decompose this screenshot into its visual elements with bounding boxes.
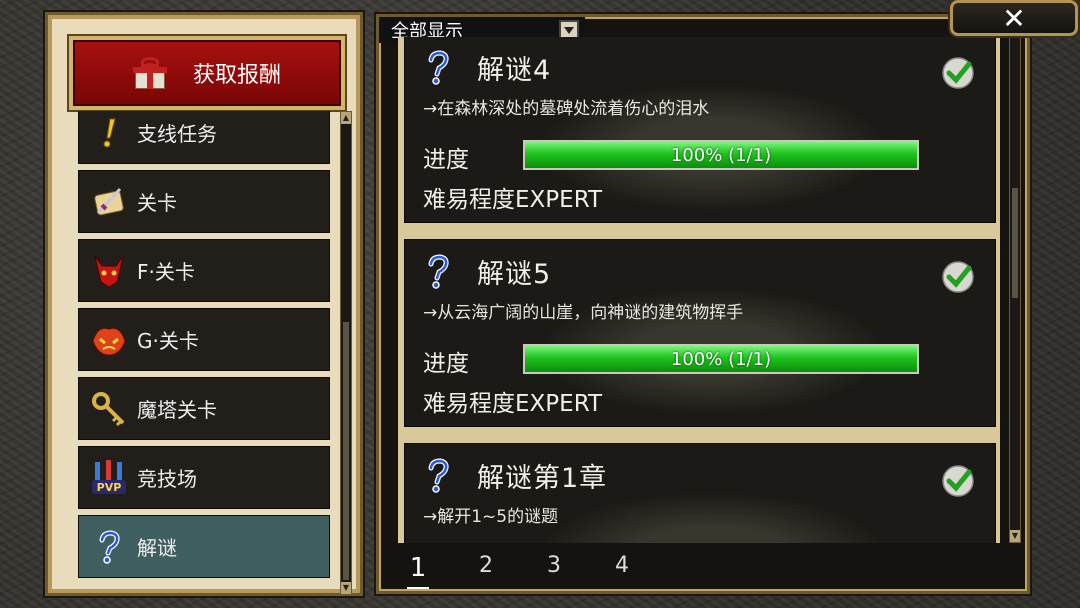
menu-item-label: F·关卡	[137, 260, 195, 284]
quest-screen: 获取报酬 支线任务 关卡 F·关卡 G·关卡 魔塔关卡 PVP 竞技场 解谜 ▲…	[0, 0, 1080, 608]
menu-item-label: 竞技场	[137, 467, 197, 491]
scrollbar-thumb[interactable]	[1012, 188, 1018, 298]
quest-card[interactable]: 解谜4 →在森林深处的墓碑处流着伤心的泪水 进度 100% (1/1) 难易程度…	[404, 37, 996, 223]
difficulty-label: 难易程度EXPERT	[423, 187, 603, 213]
quest-detail-panel: 全部显示 解谜4 →在森林深处的墓碑处流着伤心的泪水 进度 100% (1/1)	[376, 14, 1030, 594]
question-icon	[425, 458, 451, 494]
menu-item-label: 魔塔关卡	[137, 398, 217, 422]
quest-list: 解谜4 →在森林深处的墓碑处流着伤心的泪水 进度 100% (1/1) 难易程度…	[398, 37, 1000, 543]
scroll-up-arrow-icon[interactable]: ▲	[341, 112, 351, 124]
scrollbar-thumb[interactable]	[343, 322, 349, 580]
progress-bar: 100% (1/1)	[523, 140, 919, 170]
svg-text:PVP: PVP	[97, 481, 122, 494]
question-icon	[425, 50, 451, 86]
red-demon-icon	[89, 251, 129, 291]
close-button[interactable]: ✕	[950, 0, 1078, 36]
progress-text: 100% (1/1)	[670, 348, 772, 370]
scroll-sword-icon	[89, 182, 129, 222]
checkmark-icon	[941, 260, 975, 294]
question-icon	[89, 527, 129, 567]
quest-title: 解谜第1章	[477, 463, 608, 494]
pvp-icon: PVP	[89, 458, 129, 498]
menu-item-tower-stages[interactable]: 魔塔关卡	[78, 377, 330, 440]
scroll-down-arrow-icon[interactable]: ▼	[1010, 530, 1020, 542]
quest-card[interactable]: 解谜第1章 →解开1~5的谜题	[404, 443, 996, 543]
page-2[interactable]: 2	[475, 553, 497, 589]
gift-icon	[132, 57, 167, 89]
exclamation-icon	[89, 113, 129, 153]
quest-card[interactable]: 解谜5 →从云海广阔的山崖，向神谜的建筑物挥手 进度 100% (1/1) 难易…	[404, 239, 996, 427]
progress-label: 进度	[423, 147, 469, 173]
menu-item-arena[interactable]: PVP 竞技场	[78, 446, 330, 509]
menu-item-label: 关卡	[137, 191, 177, 215]
quest-title: 解谜5	[477, 259, 552, 290]
progress-bar: 100% (1/1)	[523, 344, 919, 374]
scroll-down-arrow-icon[interactable]: ▼	[341, 582, 351, 594]
menu-item-puzzles[interactable]: 解谜	[78, 515, 330, 578]
menu-item-g-stages[interactable]: G·关卡	[78, 308, 330, 371]
quest-description: →解开1~5的谜题	[423, 507, 559, 527]
progress-text: 100% (1/1)	[670, 144, 772, 166]
menu-item-side-quests[interactable]: 支线任务	[78, 111, 330, 164]
difficulty-label: 难易程度EXPERT	[423, 391, 603, 417]
get-reward-button[interactable]: 获取报酬	[67, 34, 347, 112]
quest-title: 解谜4	[477, 55, 552, 86]
category-panel: 获取报酬 支线任务 关卡 F·关卡 G·关卡 魔塔关卡 PVP 竞技场 解谜 ▲…	[45, 12, 363, 596]
pagination: 1 2 3 4	[407, 553, 633, 589]
question-icon	[425, 254, 451, 290]
menu-item-stages[interactable]: 关卡	[78, 170, 330, 233]
category-scrollbar[interactable]: ▲ ▼	[340, 111, 352, 595]
menu-item-label: 支线任务	[137, 122, 217, 146]
progress-label: 进度	[423, 351, 469, 377]
menu-item-f-stages[interactable]: F·关卡	[78, 239, 330, 302]
close-icon: ✕	[1002, 1, 1026, 35]
get-reward-label: 获取报酬	[192, 63, 281, 88]
quest-description: →从云海广阔的山崖，向神谜的建筑物挥手	[423, 303, 744, 323]
category-list: 支线任务 关卡 F·关卡 G·关卡 魔塔关卡 PVP 竞技场 解谜	[78, 111, 340, 591]
checkmark-icon	[941, 464, 975, 498]
checkmark-icon	[941, 56, 975, 90]
fire-demon-icon	[89, 320, 129, 360]
page-3[interactable]: 3	[543, 553, 565, 589]
key-icon	[89, 389, 129, 429]
menu-item-label: 解谜	[137, 536, 177, 560]
quest-description: →在森林深处的墓碑处流着伤心的泪水	[423, 99, 710, 119]
menu-item-label: G·关卡	[137, 329, 199, 353]
quest-scrollbar[interactable]: ▼	[1009, 37, 1021, 543]
page-4[interactable]: 4	[611, 553, 633, 589]
page-1[interactable]: 1	[407, 553, 429, 589]
